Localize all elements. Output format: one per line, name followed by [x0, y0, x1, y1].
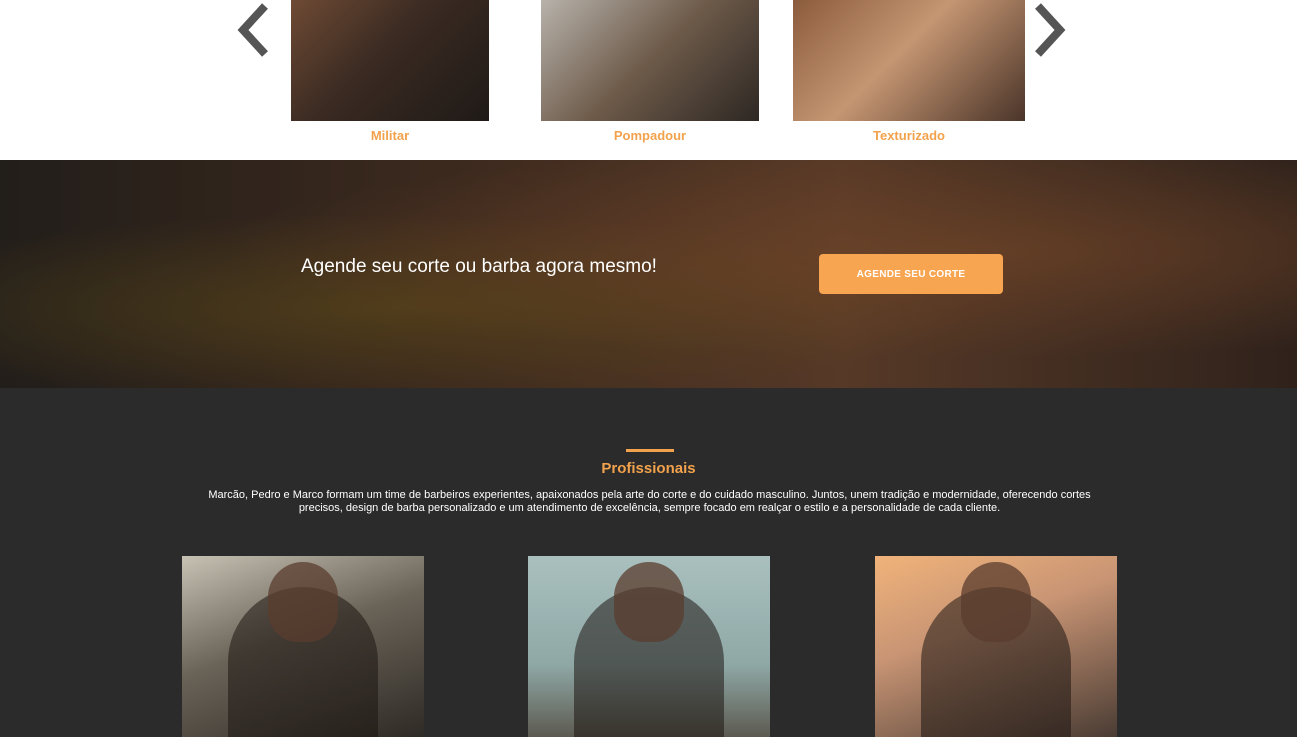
section-description: Marcão, Pedro e Marco formam um time de …	[208, 489, 1091, 514]
slide-caption: Pompadour	[613, 128, 687, 143]
haircut-photo	[541, 0, 759, 121]
section-title: Profissionais	[601, 460, 696, 477]
barber-head	[268, 562, 338, 642]
chevron-right-icon	[1035, 3, 1066, 57]
professional-photo	[875, 556, 1117, 737]
carousel-slide-pompadour[interactable]: Pompadour	[541, 0, 759, 143]
banner-heading: Agende seu corte ou barba agora mesmo!	[301, 256, 657, 277]
carousel-next-button[interactable]	[1030, 0, 1070, 60]
haircut-photo	[291, 0, 489, 121]
professional-photo	[182, 556, 424, 737]
haircut-photo	[793, 0, 1025, 121]
book-haircut-button[interactable]: AGENDE SEU CORTE	[819, 254, 1003, 294]
professionals-section: Profissionais Marcão, Pedro e Marco form…	[0, 388, 1297, 737]
carousel-slide-militar[interactable]: Militar	[291, 0, 489, 143]
barber-head	[961, 562, 1031, 642]
carousel-slide-texturizado[interactable]: Texturizado	[793, 0, 1025, 143]
booking-banner: Agende seu corte ou barba agora mesmo! A…	[0, 160, 1297, 388]
slide-caption: Militar	[370, 128, 410, 143]
carousel-prev-button[interactable]	[233, 0, 273, 60]
chevron-left-icon	[237, 3, 268, 57]
haircut-carousel: Militar Pompadour Texturizado	[0, 0, 1297, 160]
professional-photo	[528, 556, 770, 737]
section-divider	[626, 449, 674, 452]
slide-caption: Texturizado	[873, 128, 945, 143]
barber-head	[614, 562, 684, 642]
